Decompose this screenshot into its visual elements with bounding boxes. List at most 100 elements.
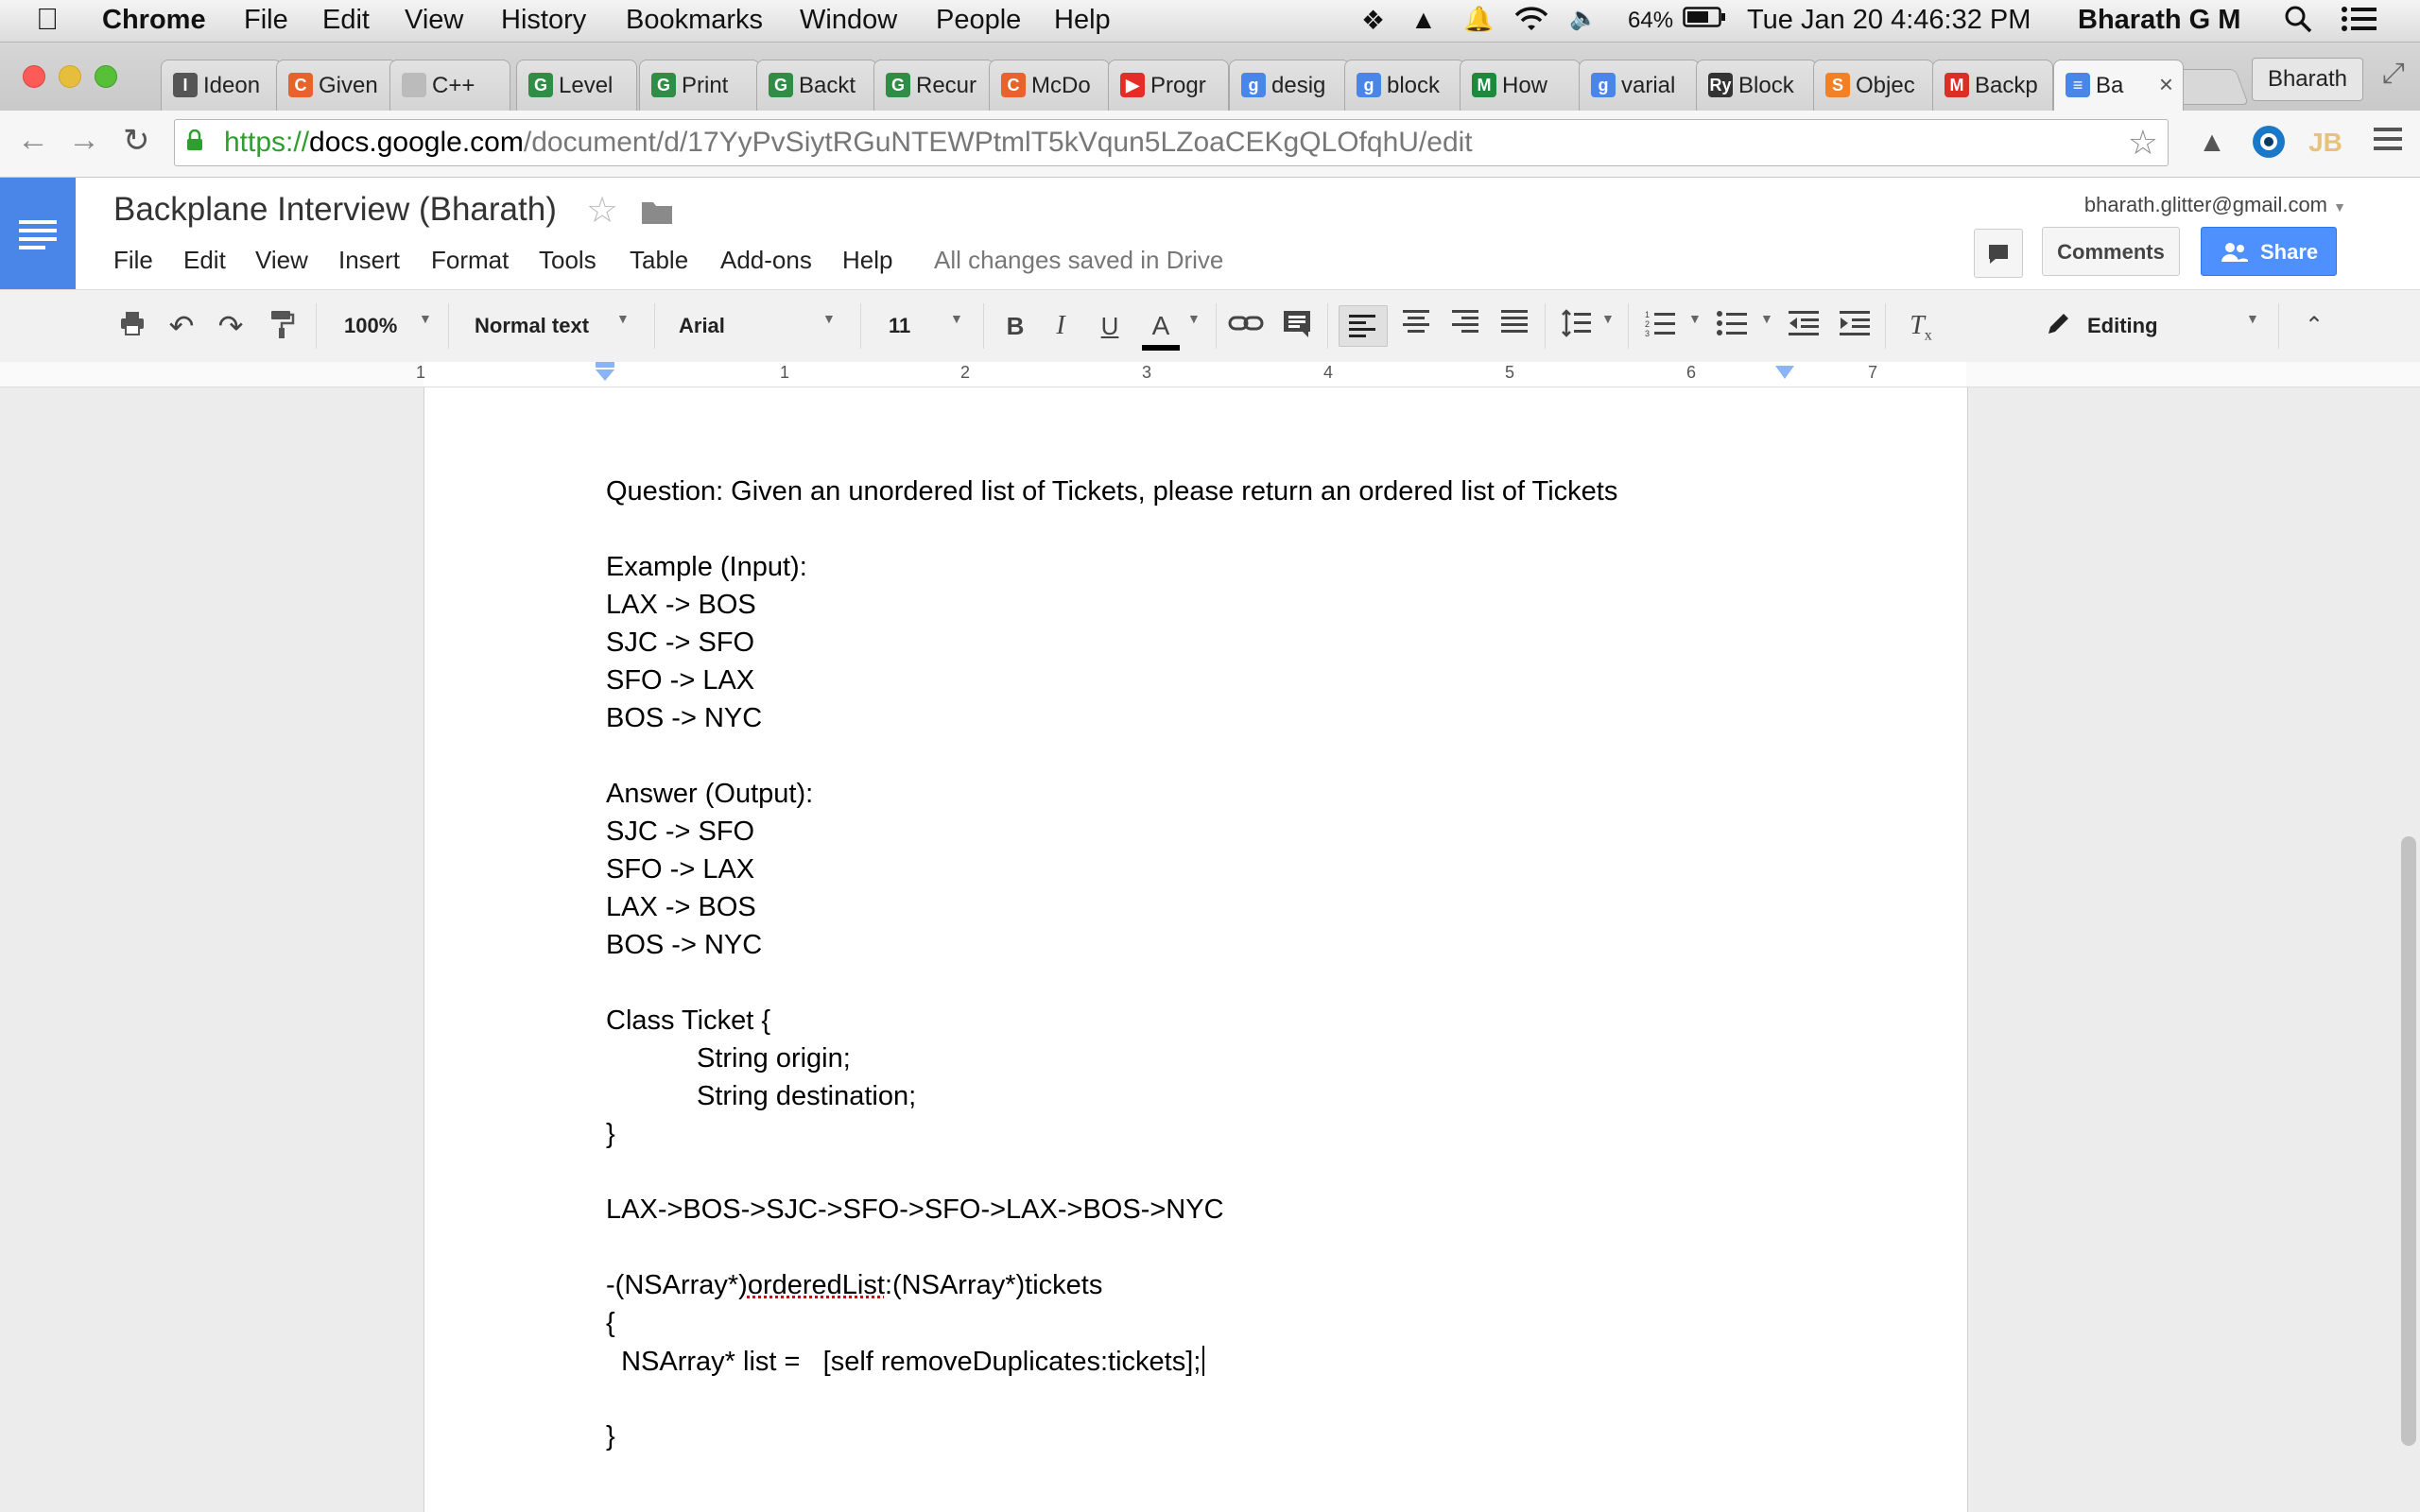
document-line[interactable]: } <box>606 1421 615 1452</box>
zoom-select[interactable]: 100% <box>344 309 397 343</box>
chrome-menu-icon[interactable] <box>2369 124 2407 162</box>
align-left-button[interactable] <box>1339 305 1388 347</box>
tab-progr[interactable]: ▶ Progr <box>1108 60 1229 111</box>
italic-button[interactable]: I <box>1046 309 1076 343</box>
document-line[interactable]: LAX->BOS->SJC->SFO->SFO->LAX->BOS->NYC <box>606 1194 1224 1226</box>
print-icon[interactable] <box>115 309 149 343</box>
star-icon[interactable]: ☆ <box>586 189 618 232</box>
dropbox-icon[interactable]: ❖ <box>1361 5 1385 36</box>
menu-file[interactable]: File <box>244 5 288 36</box>
notification-bell-icon[interactable]: 🔔 <box>1463 5 1494 34</box>
insert-comment-icon[interactable] <box>1280 309 1314 343</box>
clear-formatting-icon[interactable]: Tx <box>1902 309 1940 344</box>
evernote-extension-icon[interactable]: ▲ <box>2193 124 2231 162</box>
tab-block[interactable]: g block <box>1344 60 1465 111</box>
document-line[interactable]: LAX -> BOS <box>606 590 756 621</box>
left-indent-marker[interactable] <box>594 362 616 383</box>
document-line[interactable]: SJC -> SFO <box>606 627 754 659</box>
spellcheck-underline[interactable]: orderedList <box>748 1270 885 1300</box>
increase-indent-icon[interactable] <box>1836 309 1874 343</box>
tab-mcdo[interactable]: C McDo <box>989 60 1110 111</box>
document-line[interactable]: SJC -> SFO <box>606 816 754 848</box>
back-button[interactable]: ← <box>17 122 49 159</box>
address-bar[interactable]: https://docs.google.com/document/d/17YyP… <box>174 119 2169 166</box>
menu-edit[interactable]: Edit <box>322 5 370 36</box>
share-button[interactable]: Share <box>2201 227 2337 276</box>
document-line[interactable]: NSArray* list = [self removeDuplicates:t… <box>606 1346 1205 1378</box>
text-color-button[interactable]: A <box>1142 309 1180 351</box>
minimize-window-button[interactable] <box>59 65 81 88</box>
insert-link-icon[interactable] <box>1227 309 1265 343</box>
battery-icon[interactable] <box>1683 5 1726 37</box>
save-status[interactable]: All changes saved in Drive <box>934 246 1223 275</box>
clock[interactable]: Tue Jan 20 4:46:32 PM <box>1747 5 2031 36</box>
tab-c-[interactable]: C++ <box>389 60 510 111</box>
docs-menu-view[interactable]: View <box>255 246 308 275</box>
document-line[interactable]: SFO -> LAX <box>606 665 754 696</box>
paragraph-style-select[interactable]: Normal text <box>475 309 589 343</box>
document-title[interactable]: Backplane Interview (Bharath) <box>113 191 557 229</box>
docs-menu-format[interactable]: Format <box>431 246 509 275</box>
bookmark-star-icon[interactable]: ☆ <box>2128 120 2158 165</box>
document-line[interactable]: BOS -> NYC <box>606 703 762 734</box>
document-line[interactable]: Question: Given an unordered list of Tic… <box>606 476 1617 507</box>
underline-button[interactable]: U <box>1095 309 1125 343</box>
tab-how[interactable]: M How <box>1460 60 1581 111</box>
tab-desig[interactable]: g desig <box>1229 60 1350 111</box>
close-window-button[interactable] <box>23 65 45 88</box>
profile-button[interactable]: Bharath <box>2251 58 2363 101</box>
tab-objec[interactable]: S Objec <box>1813 60 1934 111</box>
apple-icon[interactable]:  <box>36 2 59 37</box>
collapse-menus-icon[interactable]: ⌃ <box>2295 309 2333 343</box>
comments-button[interactable]: Comments <box>2042 227 2180 276</box>
google-drive-icon[interactable]: ▲ <box>1410 5 1437 35</box>
volume-icon[interactable]: 🔈 <box>1569 5 1598 32</box>
bold-button[interactable]: B <box>1000 309 1030 343</box>
document-line[interactable]: Answer (Output): <box>606 779 813 810</box>
align-right-button[interactable] <box>1446 309 1484 343</box>
folder-icon[interactable] <box>641 198 673 230</box>
fullscreen-icon[interactable]: ⤢ <box>2382 58 2405 90</box>
document-line[interactable]: -(NSArray*)orderedList:(NSArray*)tickets <box>606 1270 1102 1301</box>
tab-backp[interactable]: M Backp <box>1932 60 2053 111</box>
undo-icon[interactable]: ↶ <box>164 309 199 343</box>
font-size-select[interactable]: 11 <box>889 309 910 343</box>
align-center-button[interactable] <box>1397 309 1435 343</box>
justify-button[interactable] <box>1495 309 1533 343</box>
document-line[interactable]: LAX -> BOS <box>606 892 756 923</box>
tab-block[interactable]: Ry Block <box>1696 60 1817 111</box>
document-line[interactable]: Example (Input): <box>606 552 807 583</box>
zoom-window-button[interactable] <box>95 65 117 88</box>
ruler[interactable]: 1 1 2 3 4 5 6 7 <box>0 362 2420 387</box>
decrease-indent-icon[interactable] <box>1785 309 1823 343</box>
document-line[interactable]: String origin; <box>697 1043 851 1074</box>
paint-format-icon[interactable] <box>265 309 299 343</box>
tab-level[interactable]: G Level <box>516 60 637 111</box>
numbered-list-icon[interactable]: 123 <box>1641 309 1679 343</box>
bulleted-list-icon[interactable] <box>1713 309 1751 343</box>
account-email[interactable]: bharath.glitter@gmail.com ▼ <box>2084 193 2346 217</box>
menu-people[interactable]: People <box>936 5 1021 36</box>
docs-menu-help[interactable]: Help <box>842 246 892 275</box>
docs-menu-file[interactable]: File <box>113 246 153 275</box>
document-line[interactable]: BOS -> NYC <box>606 930 762 961</box>
tab-given[interactable]: C Given <box>276 60 397 111</box>
reload-button[interactable]: ↻ <box>123 122 150 160</box>
app-menu-chrome[interactable]: Chrome <box>102 5 206 36</box>
scrollbar-thumb[interactable] <box>2401 836 2416 1446</box>
menu-help[interactable]: Help <box>1054 5 1111 36</box>
forward-button[interactable]: → <box>68 122 100 159</box>
document-line[interactable]: SFO -> LAX <box>606 854 754 885</box>
font-family-select[interactable]: Arial <box>679 309 725 343</box>
extension-circle-icon[interactable] <box>2250 124 2288 162</box>
document-line[interactable]: String destination; <box>697 1081 916 1112</box>
document-page[interactable]: Question: Given an unordered list of Tic… <box>424 387 1968 1512</box>
menu-bookmarks[interactable]: Bookmarks <box>626 5 763 36</box>
close-tab-icon[interactable]: × <box>2159 70 2173 99</box>
tab-varial[interactable]: g varial <box>1579 60 1700 111</box>
editing-mode-select[interactable]: Editing <box>2087 309 2158 343</box>
tab-print[interactable]: G Print <box>639 60 760 111</box>
docs-menu-tools[interactable]: Tools <box>539 246 596 275</box>
docs-menu-edit[interactable]: Edit <box>183 246 226 275</box>
menu-view[interactable]: View <box>405 5 463 36</box>
